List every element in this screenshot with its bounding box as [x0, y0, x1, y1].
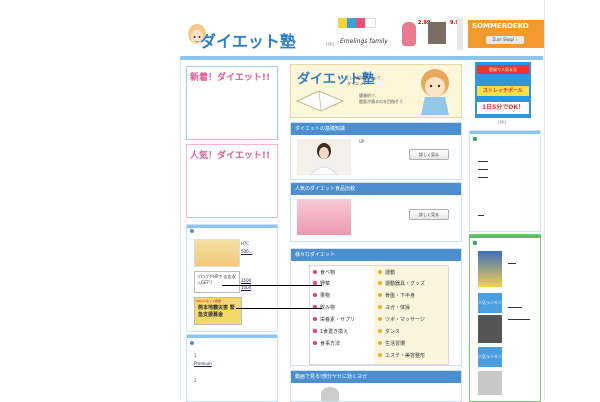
relief-banner[interactable]: Yahoo!ネット募金 熊本地震災害 緊急支援募金: [194, 297, 242, 325]
video-thumb[interactable]: [321, 387, 339, 401]
relief-text: 熊本地震災害 緊急支援募金: [198, 305, 235, 318]
popular-diet-title: 人気！ダイエット!!: [190, 151, 271, 161]
menu-item-pelvis[interactable]: 骨盤・下半身: [378, 292, 415, 299]
widget-topline: [187, 225, 277, 228]
woman-photo[interactable]: [297, 139, 351, 176]
ad-brand: Emelings family: [340, 38, 388, 45]
blog-ad-link1[interactable]: 2500: [241, 278, 251, 283]
list-line: [478, 169, 488, 170]
section-header: 様々なダイエット: [291, 249, 461, 261]
main-banner[interactable]: ダイエット塾 正しい知識をもって ダイエット 健康的で、 脂肪が減るのを目指そう: [290, 64, 462, 118]
color-stripes: [338, 18, 376, 28]
ad-sale-text: SOMMERDEKO: [472, 22, 529, 30]
basics-text: UP: [359, 139, 365, 144]
bullet-icon: [473, 241, 477, 245]
menu-item-massage[interactable]: ツボ・マッサージ: [378, 316, 425, 323]
food-compare-section: 人気のダイエット食品比較 詳しく見る: [290, 182, 462, 242]
menu-item-fruit[interactable]: 果物: [313, 292, 330, 299]
list-item-1[interactable]: Premium: [194, 361, 212, 366]
right-widget-1: [469, 130, 541, 232]
banner-sub2: ダイエット: [347, 81, 367, 86]
menu-item-nutrient[interactable]: 栄養素・サプリ: [313, 316, 355, 323]
menu-item-food[interactable]: 食べ物: [313, 269, 335, 276]
left-list-widget: 1 Premium 2: [186, 334, 278, 402]
widget-topline: [470, 235, 540, 238]
htc-link[interactable]: 500...: [241, 249, 252, 254]
ranking-banner-1[interactable]: 人気ランキング: [478, 293, 502, 325]
book-icon: [295, 90, 345, 112]
ad-line1: 登録で人気＆売: [477, 65, 529, 74]
popular-diet-box: 人気！ダイエット!!: [186, 144, 278, 218]
ad-label: [PR]: [326, 42, 335, 47]
relief-small-text: Yahoo!ネット募金: [196, 299, 222, 303]
blog-ad-banner[interactable]: ブログやHPで 広告収入GET!!: [194, 271, 240, 293]
ranking-image-2[interactable]: [478, 315, 502, 343]
htc-image[interactable]: [194, 239, 240, 267]
cushion-image: [428, 22, 446, 44]
menu-item-yoga[interactable]: ヨガ・体操: [378, 304, 410, 311]
shop-button[interactable]: Zum Shop! ›: [486, 36, 524, 44]
list-line: [508, 319, 530, 320]
ad-slot: [457, 18, 463, 50]
ranking-image-1[interactable]: [478, 251, 502, 287]
ranking-banner-2[interactable]: 人気ランキング: [478, 347, 502, 379]
section-header: ダイエットの基礎知識: [291, 123, 461, 135]
section-header: 動画で見る!部分ヤセに効くヨガ: [291, 371, 461, 383]
widget-topline: [470, 131, 540, 134]
new-diet-title: 新着！ダイエット!!: [190, 73, 271, 83]
bullet-icon: [190, 229, 194, 233]
food-image[interactable]: [297, 199, 351, 235]
menu-item-exercise[interactable]: 運動: [378, 269, 395, 276]
menu-item-dance[interactable]: ダンス: [378, 328, 400, 335]
menu-item-meal-method[interactable]: 食事方法: [313, 340, 340, 347]
list-line: [478, 177, 488, 178]
bullet-icon: [190, 341, 194, 345]
list-line: [508, 307, 522, 308]
ranking-image-3[interactable]: [478, 371, 502, 395]
site-logo[interactable]: ダイエット塾: [186, 22, 296, 58]
various-diet-section: 様々なダイエット 食べ物 野菜 果物 飲み物 栄養素・サプリ 1食置き換え 食事…: [290, 248, 462, 366]
right-ranking-widget: 人気ランキング 人気ランキング: [469, 234, 541, 402]
list-num-1: 1: [194, 353, 197, 358]
pointer-line: [236, 308, 322, 309]
person-photo-icon: [309, 143, 339, 176]
htc-label: HTC: [241, 241, 250, 246]
list-line: [478, 161, 488, 162]
list-num-2: 2: [194, 378, 197, 383]
left-widget: HTC 500... ブログやHPで 広告収入GET!! 2500 1000 Y…: [186, 224, 278, 332]
ad-line3: 1日5分でOK！: [477, 102, 529, 114]
bullet-icon: [473, 137, 477, 141]
menu-item-equipment[interactable]: 運動器具・グッズ: [378, 280, 425, 287]
top-banner-ad[interactable]: Emelings family 2.99 9.99 SOMMERDEKO Zum…: [324, 18, 544, 50]
section-header: 人気のダイエット食品比較: [291, 183, 461, 195]
menu-item-meal-replace[interactable]: 1食置き換え: [313, 328, 348, 335]
menu-item-lifestyle[interactable]: 生活習慣: [378, 340, 405, 347]
detail-button[interactable]: 詳しく見る: [409, 149, 449, 160]
ad-line2: ストレッチポール: [477, 86, 529, 96]
menu-item-esthetic[interactable]: エステ・美容整形: [378, 352, 425, 359]
list-line: [508, 263, 516, 264]
banner-sub4: 脂肪が減るのを目指そう: [359, 99, 403, 104]
widget-topline: [187, 335, 277, 338]
ad-promo: SOMMERDEKO Zum Shop! ›: [468, 20, 544, 48]
detail-button[interactable]: 詳しく見る: [409, 209, 449, 220]
right-ad-label: [PR]: [498, 120, 507, 125]
perfume-bottle: [402, 22, 416, 46]
video-yoga-section: 動画で見る!部分ヤセに効くヨガ: [290, 370, 462, 402]
girl-illustration-icon: [421, 69, 449, 115]
pointer-line: [222, 285, 322, 286]
list-line: [478, 215, 484, 216]
logo-text: ダイエット塾: [200, 32, 296, 51]
new-diet-box: 新着！ダイエット!!: [186, 66, 278, 140]
basics-section: ダイエットの基礎知識 UP 詳しく見る: [290, 122, 462, 180]
header-divider: [180, 56, 543, 60]
stretch-pole-ad[interactable]: 登録で人気＆売 ストレッチポール 1日5分でOK！: [475, 62, 531, 118]
